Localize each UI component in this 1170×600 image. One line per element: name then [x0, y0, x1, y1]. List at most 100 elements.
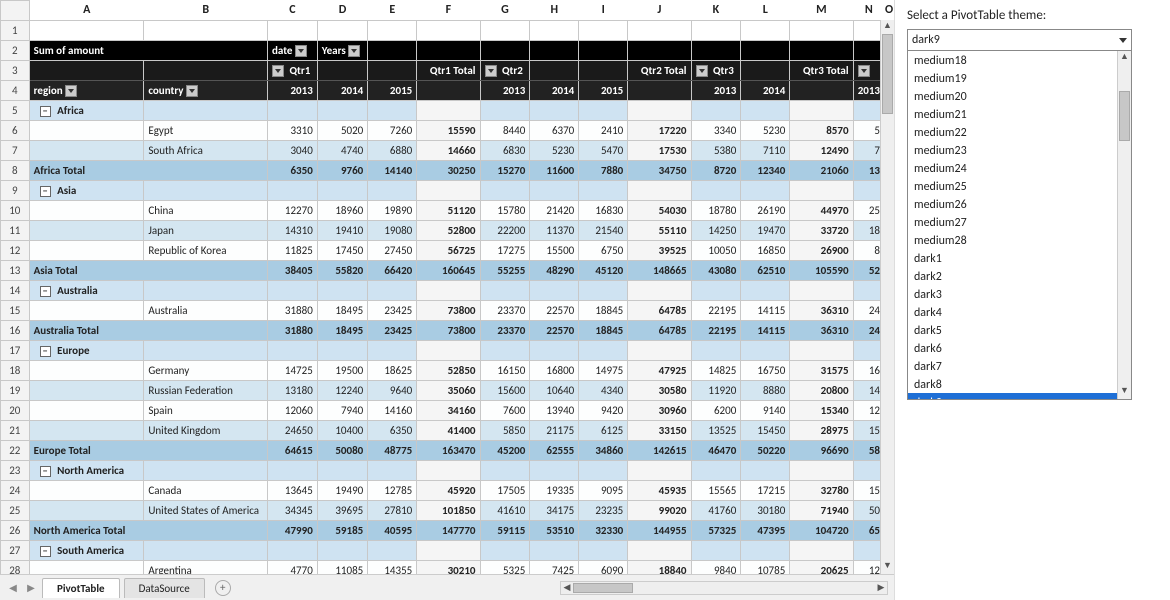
theme-option-medium28[interactable]: medium28 — [908, 231, 1131, 249]
theme-option-medium27[interactable]: medium27 — [908, 213, 1131, 231]
row-header[interactable]: 9 — [1, 181, 30, 201]
theme-option-dark6[interactable]: dark6 — [908, 339, 1131, 357]
column-header-A[interactable]: A — [29, 1, 144, 21]
row-header[interactable]: 5 — [1, 101, 30, 121]
theme-option-dark2[interactable]: dark2 — [908, 267, 1131, 285]
column-header-F[interactable]: F — [417, 1, 480, 21]
cell[interactable] — [144, 21, 268, 41]
column-header-M[interactable]: M — [790, 1, 853, 21]
cell[interactable] — [691, 21, 741, 41]
row-header[interactable]: 8 — [1, 161, 30, 181]
region-group[interactable]: − North America — [29, 461, 144, 481]
region-group[interactable]: − Australia — [29, 281, 144, 301]
row-header[interactable]: 15 — [1, 301, 30, 321]
theme-option-dark4[interactable]: dark4 — [908, 303, 1131, 321]
row-header[interactable]: 14 — [1, 281, 30, 301]
column-header-E[interactable]: E — [368, 1, 417, 21]
theme-option-medium26[interactable]: medium26 — [908, 195, 1131, 213]
listbox-scrollbar[interactable]: ▲ ▼ — [1117, 51, 1131, 399]
listbox-scroll-down[interactable]: ▼ — [1118, 385, 1131, 399]
cell[interactable] — [480, 21, 530, 41]
row-header[interactable]: 2 — [1, 41, 30, 61]
years-dropdown[interactable] — [348, 45, 360, 57]
row-header[interactable]: 17 — [1, 341, 30, 361]
column-header-O[interactable]: O — [885, 1, 894, 21]
cell[interactable] — [741, 21, 790, 41]
listbox-scroll-thumb[interactable] — [1119, 91, 1130, 141]
years-field-header[interactable]: Years — [317, 41, 367, 61]
date-dropdown[interactable] — [295, 45, 307, 57]
collapse-button[interactable]: − — [40, 546, 51, 557]
collapse-button[interactable]: − — [40, 286, 51, 297]
theme-combobox[interactable]: dark9 — [907, 29, 1132, 51]
theme-option-medium18[interactable]: medium18 — [908, 51, 1131, 69]
theme-option-dark3[interactable]: dark3 — [908, 285, 1131, 303]
tab-datasource[interactable]: DataSource — [124, 578, 205, 598]
theme-option-medium19[interactable]: medium19 — [908, 69, 1131, 87]
row-header[interactable]: 25 — [1, 501, 30, 521]
row-header[interactable]: 28 — [1, 561, 30, 575]
row-header[interactable]: 22 — [1, 441, 30, 461]
cell[interactable] — [417, 21, 480, 41]
qtr1-collapse[interactable] — [272, 65, 284, 77]
theme-option-medium23[interactable]: medium23 — [908, 141, 1131, 159]
qtr4-collapse[interactable] — [858, 65, 870, 77]
column-header-N[interactable]: N — [853, 1, 884, 21]
collapse-button[interactable]: − — [40, 186, 51, 197]
scroll-down-arrow[interactable]: ▼ — [881, 560, 894, 574]
theme-option-dark1[interactable]: dark1 — [908, 249, 1131, 267]
row-header[interactable]: 21 — [1, 421, 30, 441]
cell[interactable] — [530, 21, 579, 41]
cell[interactable] — [628, 21, 691, 41]
theme-option-medium22[interactable]: medium22 — [908, 123, 1131, 141]
hscroll-left-arrow[interactable]: ◀ — [561, 582, 573, 593]
column-header-D[interactable]: D — [317, 1, 367, 21]
theme-option-medium25[interactable]: medium25 — [908, 177, 1131, 195]
vertical-scrollbar[interactable]: ▲ ▼ — [880, 20, 894, 574]
row-header[interactable]: 10 — [1, 201, 30, 221]
tab-pivottable[interactable]: PivotTable — [42, 578, 120, 598]
row-header[interactable]: 1 — [1, 21, 30, 41]
select-all-corner[interactable] — [1, 1, 30, 21]
row-header[interactable]: 26 — [1, 521, 30, 541]
column-header-K[interactable]: K — [691, 1, 741, 21]
region-group[interactable]: − Africa — [29, 101, 144, 121]
row-header[interactable]: 24 — [1, 481, 30, 501]
theme-option-medium21[interactable]: medium21 — [908, 105, 1131, 123]
row-header[interactable]: 6 — [1, 121, 30, 141]
cell[interactable] — [29, 21, 144, 41]
column-header-C[interactable]: C — [268, 1, 318, 21]
collapse-button[interactable]: − — [40, 106, 51, 117]
row-header[interactable]: 18 — [1, 361, 30, 381]
row-header[interactable]: 23 — [1, 461, 30, 481]
cell[interactable] — [368, 21, 417, 41]
region-group[interactable]: − Asia — [29, 181, 144, 201]
column-header-H[interactable]: H — [530, 1, 579, 21]
tab-nav-prev[interactable]: ◀ — [6, 581, 20, 595]
cell[interactable] — [790, 21, 853, 41]
row-header[interactable]: 4 — [1, 81, 30, 101]
hscroll-right-arrow[interactable]: ▶ — [875, 582, 887, 593]
column-header-G[interactable]: G — [480, 1, 530, 21]
qtr3-collapse[interactable] — [696, 65, 708, 77]
theme-option-dark8[interactable]: dark8 — [908, 375, 1131, 393]
cell[interactable] — [317, 21, 367, 41]
row-header[interactable]: 27 — [1, 541, 30, 561]
theme-option-medium24[interactable]: medium24 — [908, 159, 1131, 177]
scroll-up-arrow[interactable]: ▲ — [881, 20, 894, 34]
row-header[interactable]: 7 — [1, 141, 30, 161]
theme-option-medium20[interactable]: medium20 — [908, 87, 1131, 105]
region-group[interactable]: − South America — [29, 541, 144, 561]
tab-nav-next[interactable]: ▶ — [24, 581, 38, 595]
qtr2-header[interactable]: Qtr2 — [480, 61, 530, 81]
row-header[interactable]: 13 — [1, 261, 30, 281]
qtr3-header[interactable]: Qtr3 — [691, 61, 741, 81]
scroll-thumb[interactable] — [882, 34, 893, 114]
theme-option-dark7[interactable]: dark7 — [908, 357, 1131, 375]
region-dropdown[interactable] — [65, 85, 77, 97]
row-header[interactable]: 20 — [1, 401, 30, 421]
horizontal-scrollbar[interactable]: ◀ ▶ — [560, 581, 888, 595]
region-field-header[interactable]: region — [29, 81, 144, 101]
grid-area[interactable]: ABCDEFGHIJKLMNO12Sum of amountdate Years… — [0, 0, 894, 574]
row-header[interactable]: 19 — [1, 381, 30, 401]
